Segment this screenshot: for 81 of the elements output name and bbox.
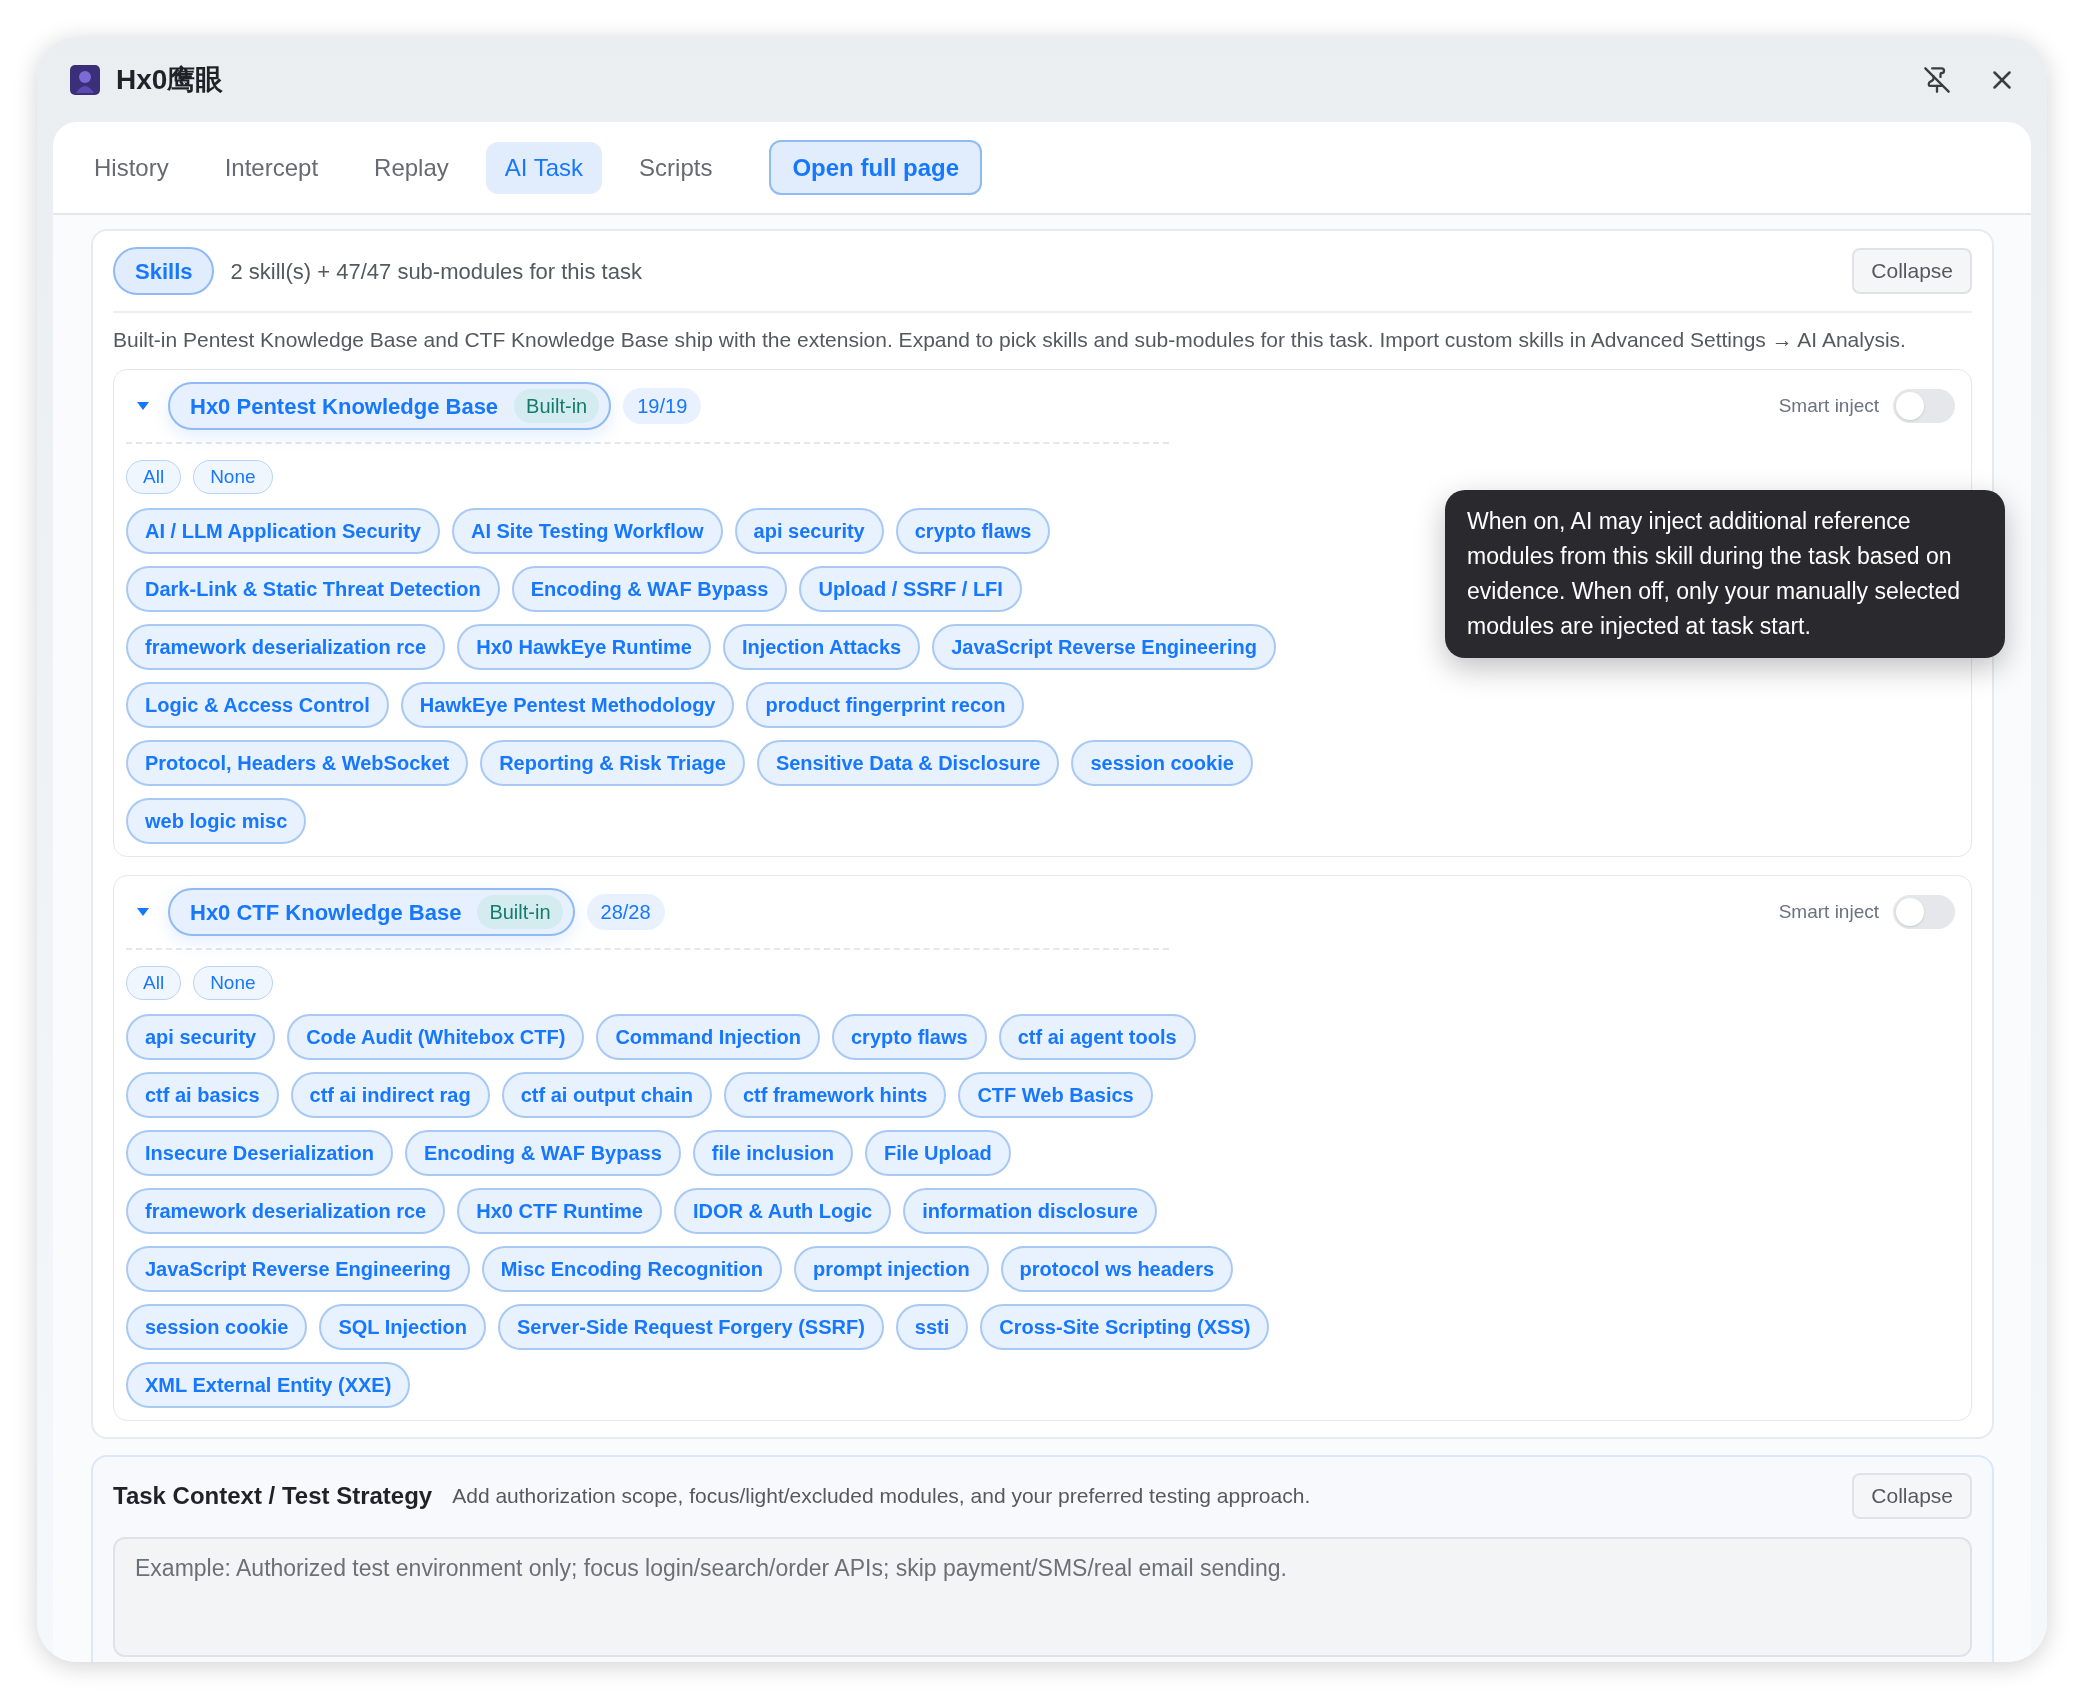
skills-summary: 2 skill(s) + 47/47 sub-modules for this task xyxy=(230,257,642,286)
smart-inject-label: Smart inject xyxy=(1778,393,1879,418)
caret-down-icon[interactable] xyxy=(136,907,150,917)
module-chip[interactable]: information disclosure xyxy=(903,1188,1157,1234)
smart-inject-label: Smart inject xyxy=(1778,899,1879,924)
built-in-badge: Built-in xyxy=(514,389,600,423)
module-chip[interactable]: Protocol, Headers & WebSocket xyxy=(126,740,469,786)
module-chip[interactable]: AI / LLM Application Security xyxy=(126,508,440,554)
open-full-page-button[interactable]: Open full page xyxy=(769,140,983,195)
module-chip[interactable]: crypto flaws xyxy=(831,1014,987,1060)
module-count: 28/28 xyxy=(586,894,665,930)
tab[interactable]: Intercept xyxy=(205,141,338,194)
select-none-button[interactable]: None xyxy=(193,966,273,1000)
smart-inject-switch[interactable] xyxy=(1893,895,1955,929)
module-chip[interactable]: api security xyxy=(126,1014,276,1060)
select-none-button[interactable]: None xyxy=(193,460,273,494)
module-chip[interactable]: JavaScript Reverse Engineering xyxy=(126,1246,470,1292)
smart-inject-tooltip: When on, AI may inject additional reference modules from this skill during the task based on evidence. When off, only your manually selected modules are injected at task start. xyxy=(1445,490,2005,658)
module-chip[interactable]: web logic misc xyxy=(126,798,307,844)
module-chip[interactable]: Command Injection xyxy=(596,1014,820,1060)
module-chip[interactable]: Logic & Access Control xyxy=(126,682,389,728)
skill-toggle[interactable]: Hx0 CTF Knowledge Base Built-in xyxy=(168,888,575,936)
module-chip[interactable]: IDOR & Auth Logic xyxy=(673,1188,892,1234)
module-chip[interactable]: framework deserialization rce xyxy=(126,1188,446,1234)
tab[interactable]: Scripts xyxy=(620,141,732,194)
unpin-icon[interactable] xyxy=(1923,65,1951,94)
module-chip[interactable]: ctf ai agent tools xyxy=(998,1014,1196,1060)
module-chip[interactable]: session cookie xyxy=(1071,740,1253,786)
module-chip[interactable]: Upload / SSRF / LFI xyxy=(799,566,1022,612)
module-chip[interactable]: Reporting & Risk Triage xyxy=(480,740,745,786)
window-title: Hx0鹰眼 xyxy=(116,62,224,97)
select-all-button[interactable]: All xyxy=(126,460,182,494)
built-in-badge: Built-in xyxy=(477,895,563,929)
module-chip[interactable]: framework deserialization rce xyxy=(126,624,446,670)
module-chip[interactable]: Code Audit (Whitebox CTF) xyxy=(287,1014,585,1060)
module-chip[interactable]: JavaScript Reverse Engineering xyxy=(932,624,1276,670)
skills-pill: Skills xyxy=(113,247,215,295)
skill-toggle[interactable]: Hx0 Pentest Knowledge Base Built-in xyxy=(168,382,612,430)
task-context-description: Add authorization scope, focus/light/excluded modules, and your preferred testing approach. xyxy=(452,1483,1311,1510)
module-chip[interactable]: Misc Encoding Recognition xyxy=(481,1246,782,1292)
module-chip[interactable]: Hx0 HawkEye Runtime xyxy=(457,624,711,670)
caret-down-icon[interactable] xyxy=(136,401,150,411)
module-chip[interactable]: Encoding & WAF Bypass xyxy=(405,1130,681,1176)
module-chip[interactable]: api security xyxy=(734,508,884,554)
module-count: 19/19 xyxy=(623,388,702,424)
module-chip[interactable]: ctf ai basics xyxy=(126,1072,279,1118)
tab[interactable]: History xyxy=(75,141,188,194)
module-chip[interactable]: File Upload xyxy=(865,1130,1011,1176)
module-chip[interactable]: Injection Attacks xyxy=(722,624,921,670)
strategy-input-field[interactable]: Example: Authorized test environment only; focus login/search/order APIs; skip payment/SMS/real email sending. xyxy=(113,1537,1972,1657)
module-chip[interactable]: ctf ai indirect rag xyxy=(290,1072,490,1118)
app-icon xyxy=(70,64,100,95)
module-chip[interactable]: ssti xyxy=(895,1304,969,1350)
select-all-button[interactable]: All xyxy=(126,966,182,1000)
module-chip[interactable]: prompt injection xyxy=(793,1246,989,1292)
module-chip[interactable]: session cookie xyxy=(126,1304,308,1350)
module-chip[interactable]: SQL Injection xyxy=(319,1304,486,1350)
module-chip[interactable]: Sensitive Data & Disclosure xyxy=(756,740,1060,786)
module-chip[interactable]: Dark-Link & Static Threat Detection xyxy=(126,566,500,612)
module-chip[interactable]: crypto flaws xyxy=(895,508,1051,554)
collapse-button[interactable]: Collapse xyxy=(1852,1473,1972,1519)
collapse-button[interactable]: Collapse xyxy=(1852,248,1972,294)
smart-inject-switch[interactable] xyxy=(1893,389,1955,423)
tab[interactable]: Replay xyxy=(355,141,468,194)
module-chip[interactable]: CTF Web Basics xyxy=(958,1072,1153,1118)
tab[interactable]: AI Task xyxy=(485,141,603,194)
module-chip[interactable]: Encoding & WAF Bypass xyxy=(511,566,788,612)
module-chip[interactable]: Cross-Site Scripting (XSS) xyxy=(980,1304,1270,1350)
module-chip[interactable]: ctf ai output chain xyxy=(501,1072,712,1118)
module-chip[interactable]: HawkEye Pentest Methodology xyxy=(400,682,735,728)
module-chip[interactable]: protocol ws headers xyxy=(1000,1246,1234,1292)
module-chip[interactable]: file inclusion xyxy=(692,1130,854,1176)
module-chip[interactable]: product fingerprint recon xyxy=(746,682,1025,728)
module-chip[interactable]: AI Site Testing Workflow xyxy=(451,508,723,554)
module-chip[interactable]: XML External Entity (XXE) xyxy=(126,1362,411,1408)
module-chip[interactable]: Hx0 CTF Runtime xyxy=(457,1188,662,1234)
module-chip[interactable]: ctf framework hints xyxy=(723,1072,947,1118)
module-chip[interactable]: Server-Side Request Forgery (SSRF) xyxy=(497,1304,884,1350)
task-context-title: Task Context / Test Strategy xyxy=(113,1481,433,1511)
module-chip[interactable]: Insecure Deserialization xyxy=(126,1130,393,1176)
skills-description: Built-in Pentest Knowledge Base and CTF Knowledge Base ship with the extension. Expand to pick skills and sub-modules for this task. Import custom skills in Advanced Settings → AI Analysis. xyxy=(113,327,1907,353)
